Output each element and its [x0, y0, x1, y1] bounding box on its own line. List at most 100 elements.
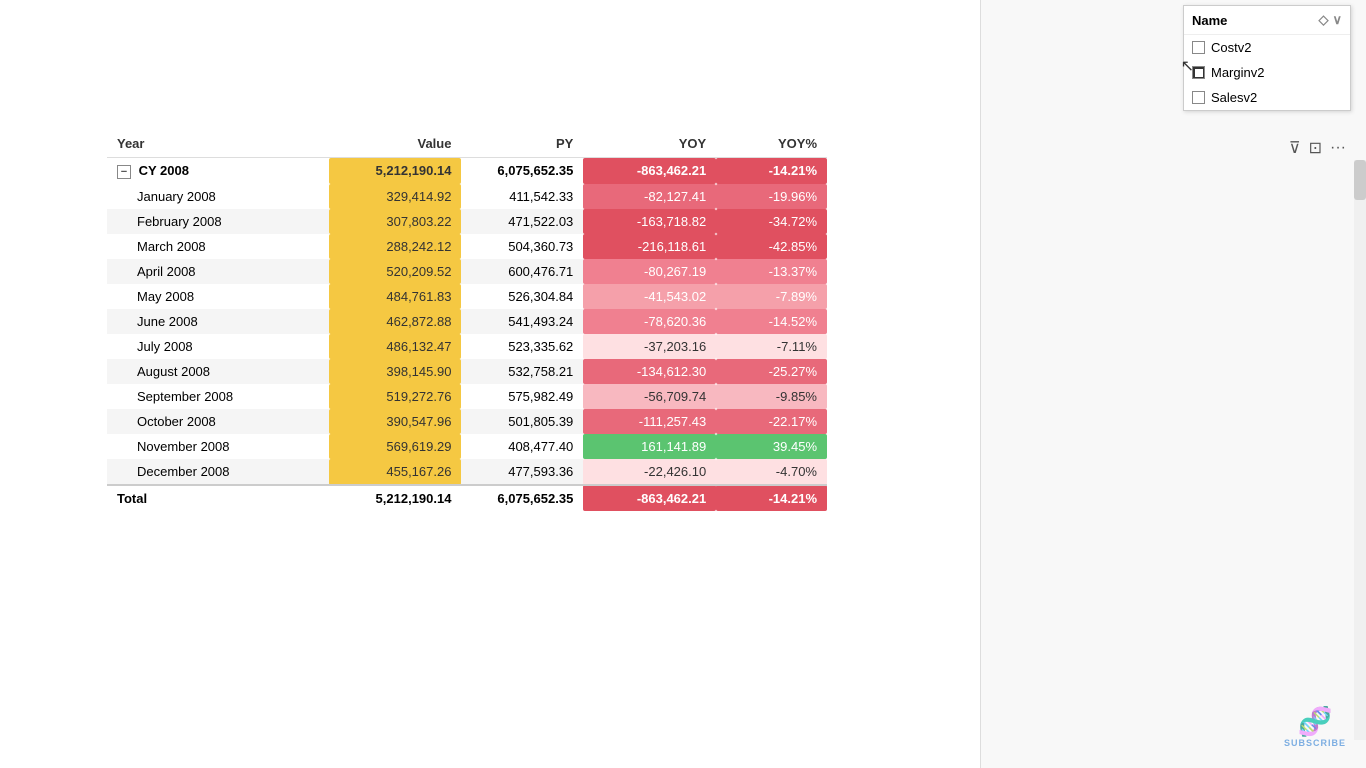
cy-yoy-cell: -863,462.21 — [583, 158, 716, 184]
month-yoypct-cell: -13.37% — [716, 259, 827, 284]
month-yoy-cell: -56,709.74 — [583, 384, 716, 409]
month-value-cell: 486,132.47 — [329, 334, 462, 359]
month-yoypct-cell: -7.11% — [716, 334, 827, 359]
toolbar-icons: ⊽ ⊡ ··· — [1289, 138, 1346, 158]
expand-table-icon[interactable]: ⊡ — [1309, 138, 1322, 158]
table-row: September 2008 519,272.76 575,982.49 -56… — [107, 384, 827, 409]
total-yoy-cell: -863,462.21 — [583, 485, 716, 511]
table-row: May 2008 484,761.83 526,304.84 -41,543.0… — [107, 284, 827, 309]
field-label-marginv2: Marginv2 — [1211, 65, 1264, 80]
header-py[interactable]: PY — [461, 130, 583, 158]
header-yoy[interactable]: YOY — [583, 130, 716, 158]
field-checkbox-salesv2[interactable] — [1192, 91, 1205, 104]
header-year[interactable]: Year — [107, 130, 329, 158]
filter-icon[interactable]: ⊽ — [1289, 138, 1301, 158]
month-py-cell: 532,758.21 — [461, 359, 583, 384]
month-value-cell: 462,872.88 — [329, 309, 462, 334]
header-yoypct[interactable]: YOY% — [716, 130, 827, 158]
month-yoy-cell: -134,612.30 — [583, 359, 716, 384]
month-yoy-cell: 161,141.89 — [583, 434, 716, 459]
month-py-cell: 501,805.39 — [461, 409, 583, 434]
cy-yoypct-cell: -14.21% — [716, 158, 827, 184]
month-py-cell: 575,982.49 — [461, 384, 583, 409]
month-py-cell: 408,477.40 — [461, 434, 583, 459]
month-value-cell: 484,761.83 — [329, 284, 462, 309]
month-yoy-cell: -37,203.16 — [583, 334, 716, 359]
more-options-icon[interactable]: ··· — [1330, 139, 1346, 157]
field-item-marginv2[interactable]: Marginv2 — [1184, 60, 1350, 85]
table-row-total: Total 5,212,190.14 6,075,652.35 -863,462… — [107, 485, 827, 511]
month-value-cell: 288,242.12 — [329, 234, 462, 259]
header-value[interactable]: Value — [329, 130, 462, 158]
month-value-cell: 520,209.52 — [329, 259, 462, 284]
field-items-container: Costv2 Marginv2 Salesv2 — [1184, 35, 1350, 110]
field-label-salesv2: Salesv2 — [1211, 90, 1257, 105]
month-yoy-cell: -80,267.19 — [583, 259, 716, 284]
right-panel: Name ◇ ∨ Costv2 Marginv2 Salesv2 ⊽ ⊡ ··· 🧬… — [980, 0, 1366, 768]
month-yoypct-cell: -9.85% — [716, 384, 827, 409]
subscribe-watermark: 🧬 SUBSCRIBE — [1284, 705, 1346, 748]
month-py-cell: 477,593.36 — [461, 459, 583, 485]
total-yoypct-cell: -14.21% — [716, 485, 827, 511]
chevron-down-icon[interactable]: ∨ — [1332, 12, 1342, 28]
table-row: October 2008 390,547.96 501,805.39 -111,… — [107, 409, 827, 434]
month-value-cell: 398,145.90 — [329, 359, 462, 384]
field-label-costv2: Costv2 — [1211, 40, 1251, 55]
month-py-cell: 526,304.84 — [461, 284, 583, 309]
cy-value-cell: 5,212,190.14 — [329, 158, 462, 184]
month-yoy-cell: -216,118.61 — [583, 234, 716, 259]
eraser-icon[interactable]: ◇ — [1318, 12, 1328, 28]
month-py-cell: 411,542.33 — [461, 184, 583, 209]
field-checkbox-costv2[interactable] — [1192, 41, 1205, 54]
month-yoypct-cell: -25.27% — [716, 359, 827, 384]
month-yoy-cell: -111,257.43 — [583, 409, 716, 434]
collapse-icon[interactable]: − — [117, 165, 131, 179]
month-year-cell: May 2008 — [107, 284, 329, 309]
cy-py-cell: 6,075,652.35 — [461, 158, 583, 184]
month-yoy-cell: -41,543.02 — [583, 284, 716, 309]
field-list-panel: Name ◇ ∨ Costv2 Marginv2 Salesv2 — [1183, 5, 1351, 111]
month-year-cell: July 2008 — [107, 334, 329, 359]
month-yoypct-cell: 39.45% — [716, 434, 827, 459]
cy-year-cell: − CY 2008 — [107, 158, 329, 184]
scrollbar-thumb[interactable] — [1354, 160, 1366, 200]
month-py-cell: 523,335.62 — [461, 334, 583, 359]
month-year-cell: June 2008 — [107, 309, 329, 334]
table-row: December 2008 455,167.26 477,593.36 -22,… — [107, 459, 827, 485]
month-year-cell: January 2008 — [107, 184, 329, 209]
field-item-salesv2[interactable]: Salesv2 — [1184, 85, 1350, 110]
total-value-cell: 5,212,190.14 — [329, 485, 462, 511]
field-checkbox-marginv2[interactable] — [1192, 66, 1205, 79]
total-py-cell: 6,075,652.35 — [461, 485, 583, 511]
month-yoy-cell: -163,718.82 — [583, 209, 716, 234]
subscribe-text: SUBSCRIBE — [1284, 738, 1346, 748]
month-py-cell: 504,360.73 — [461, 234, 583, 259]
data-table: Year Value PY YOY YOY% − CY 2008 5,212,1… — [107, 130, 827, 511]
table-row: February 2008 307,803.22 471,522.03 -163… — [107, 209, 827, 234]
month-yoy-cell: -22,426.10 — [583, 459, 716, 485]
table-container: Year Value PY YOY YOY% − CY 2008 5,212,1… — [0, 0, 980, 768]
table-row: January 2008 329,414.92 411,542.33 -82,1… — [107, 184, 827, 209]
field-item-costv2[interactable]: Costv2 — [1184, 35, 1350, 60]
month-yoy-cell: -82,127.41 — [583, 184, 716, 209]
month-yoy-cell: -78,620.36 — [583, 309, 716, 334]
month-value-cell: 390,547.96 — [329, 409, 462, 434]
month-year-cell: April 2008 — [107, 259, 329, 284]
month-yoypct-cell: -4.70% — [716, 459, 827, 485]
total-year-cell: Total — [107, 485, 329, 511]
scrollbar-track[interactable] — [1354, 160, 1366, 740]
month-year-cell: February 2008 — [107, 209, 329, 234]
dna-icon: 🧬 — [1298, 705, 1333, 738]
table-row: November 2008 569,619.29 408,477.40 161,… — [107, 434, 827, 459]
month-yoypct-cell: -19.96% — [716, 184, 827, 209]
field-list-header-icons: ◇ ∨ — [1318, 12, 1342, 28]
field-list-title: Name — [1192, 13, 1227, 28]
month-py-cell: 541,493.24 — [461, 309, 583, 334]
month-year-cell: August 2008 — [107, 359, 329, 384]
month-yoypct-cell: -14.52% — [716, 309, 827, 334]
table-row: August 2008 398,145.90 532,758.21 -134,6… — [107, 359, 827, 384]
month-py-cell: 600,476.71 — [461, 259, 583, 284]
field-list-header: Name ◇ ∨ — [1184, 6, 1350, 35]
month-py-cell: 471,522.03 — [461, 209, 583, 234]
month-year-cell: September 2008 — [107, 384, 329, 409]
